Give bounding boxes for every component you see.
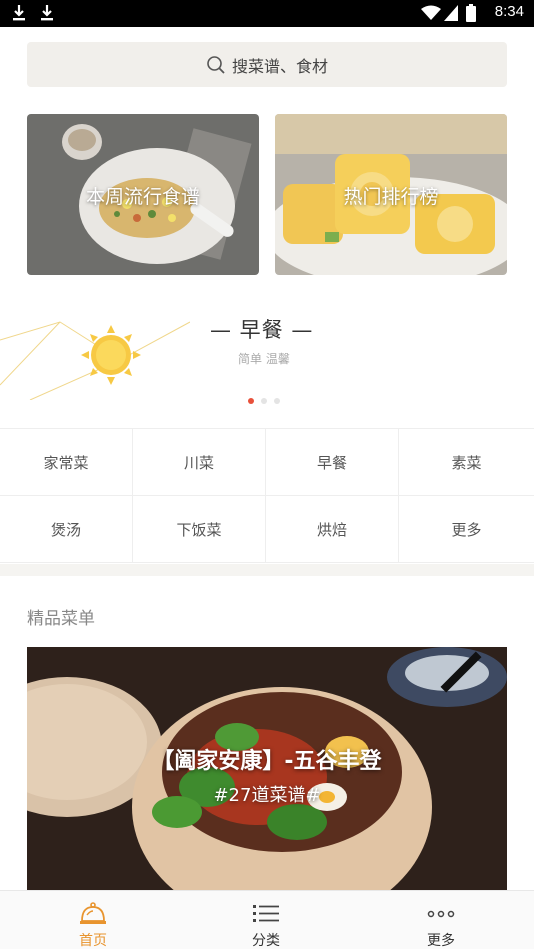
category-item[interactable]: 下饭菜 xyxy=(133,496,266,563)
category-item[interactable]: 川菜 xyxy=(133,429,266,496)
tab-label: 更多 xyxy=(427,933,455,949)
carousel-indicator xyxy=(248,398,280,404)
tab-category[interactable]: 分类 xyxy=(177,891,355,949)
carousel-dot-active xyxy=(248,398,254,404)
featured-title: 【阖家安康】-五谷丰登 xyxy=(152,749,382,774)
download-icon xyxy=(13,5,25,21)
status-time: 8:34 xyxy=(494,3,524,20)
download-icon xyxy=(41,5,53,21)
search-icon xyxy=(207,55,225,74)
status-bar: 8:34 xyxy=(0,0,534,27)
promo-hot-ranking[interactable]: 热门排行榜 xyxy=(275,114,507,275)
list-icon xyxy=(253,905,279,922)
signal-icon xyxy=(444,5,458,21)
tab-label: 分类 xyxy=(252,933,280,949)
search-placeholder: 搜菜谱、食材 xyxy=(231,56,328,76)
tab-more[interactable]: 更多 xyxy=(352,891,530,949)
category-item[interactable]: 素菜 xyxy=(399,429,534,496)
promo-weekly-popular[interactable]: 本周流行食谱 xyxy=(27,114,259,275)
featured-menu-card[interactable]: 【阖家安康】-五谷丰登 #27道菜谱# xyxy=(27,647,507,890)
tab-label: 首页 xyxy=(79,933,107,949)
category-item[interactable]: 烘焙 xyxy=(266,496,399,563)
banner-title: — 早餐 — xyxy=(210,318,314,342)
more-dots-icon xyxy=(427,910,455,918)
search-bar[interactable]: 搜菜谱、食材 xyxy=(27,42,507,87)
promo-label: 热门排行榜 xyxy=(343,186,439,208)
banner-subtitle: 简单 温馨 xyxy=(238,352,290,366)
carousel-dot xyxy=(274,398,280,404)
home-bell-icon xyxy=(80,902,106,924)
promo-label: 本周流行食谱 xyxy=(85,186,200,208)
battery-icon xyxy=(466,4,476,22)
carousel-dot xyxy=(261,398,267,404)
bottom-tab-bar: 首页 分类 更多 xyxy=(0,890,534,949)
tab-home[interactable]: 首页 xyxy=(4,891,182,949)
wifi-icon xyxy=(421,5,441,20)
section-title: 精品菜单 xyxy=(27,609,95,629)
featured-subtitle: #27道菜谱# xyxy=(213,785,321,806)
sun-illustration xyxy=(0,321,190,400)
category-item[interactable]: 早餐 xyxy=(266,429,399,496)
category-item[interactable]: 煲汤 xyxy=(0,496,133,563)
category-item[interactable]: 家常菜 xyxy=(0,429,133,496)
section-divider xyxy=(0,564,534,576)
category-grid: 家常菜 川菜 早餐 素菜 煲汤 下饭菜 烘焙 更多 xyxy=(0,428,534,563)
category-more[interactable]: 更多 xyxy=(399,496,534,563)
